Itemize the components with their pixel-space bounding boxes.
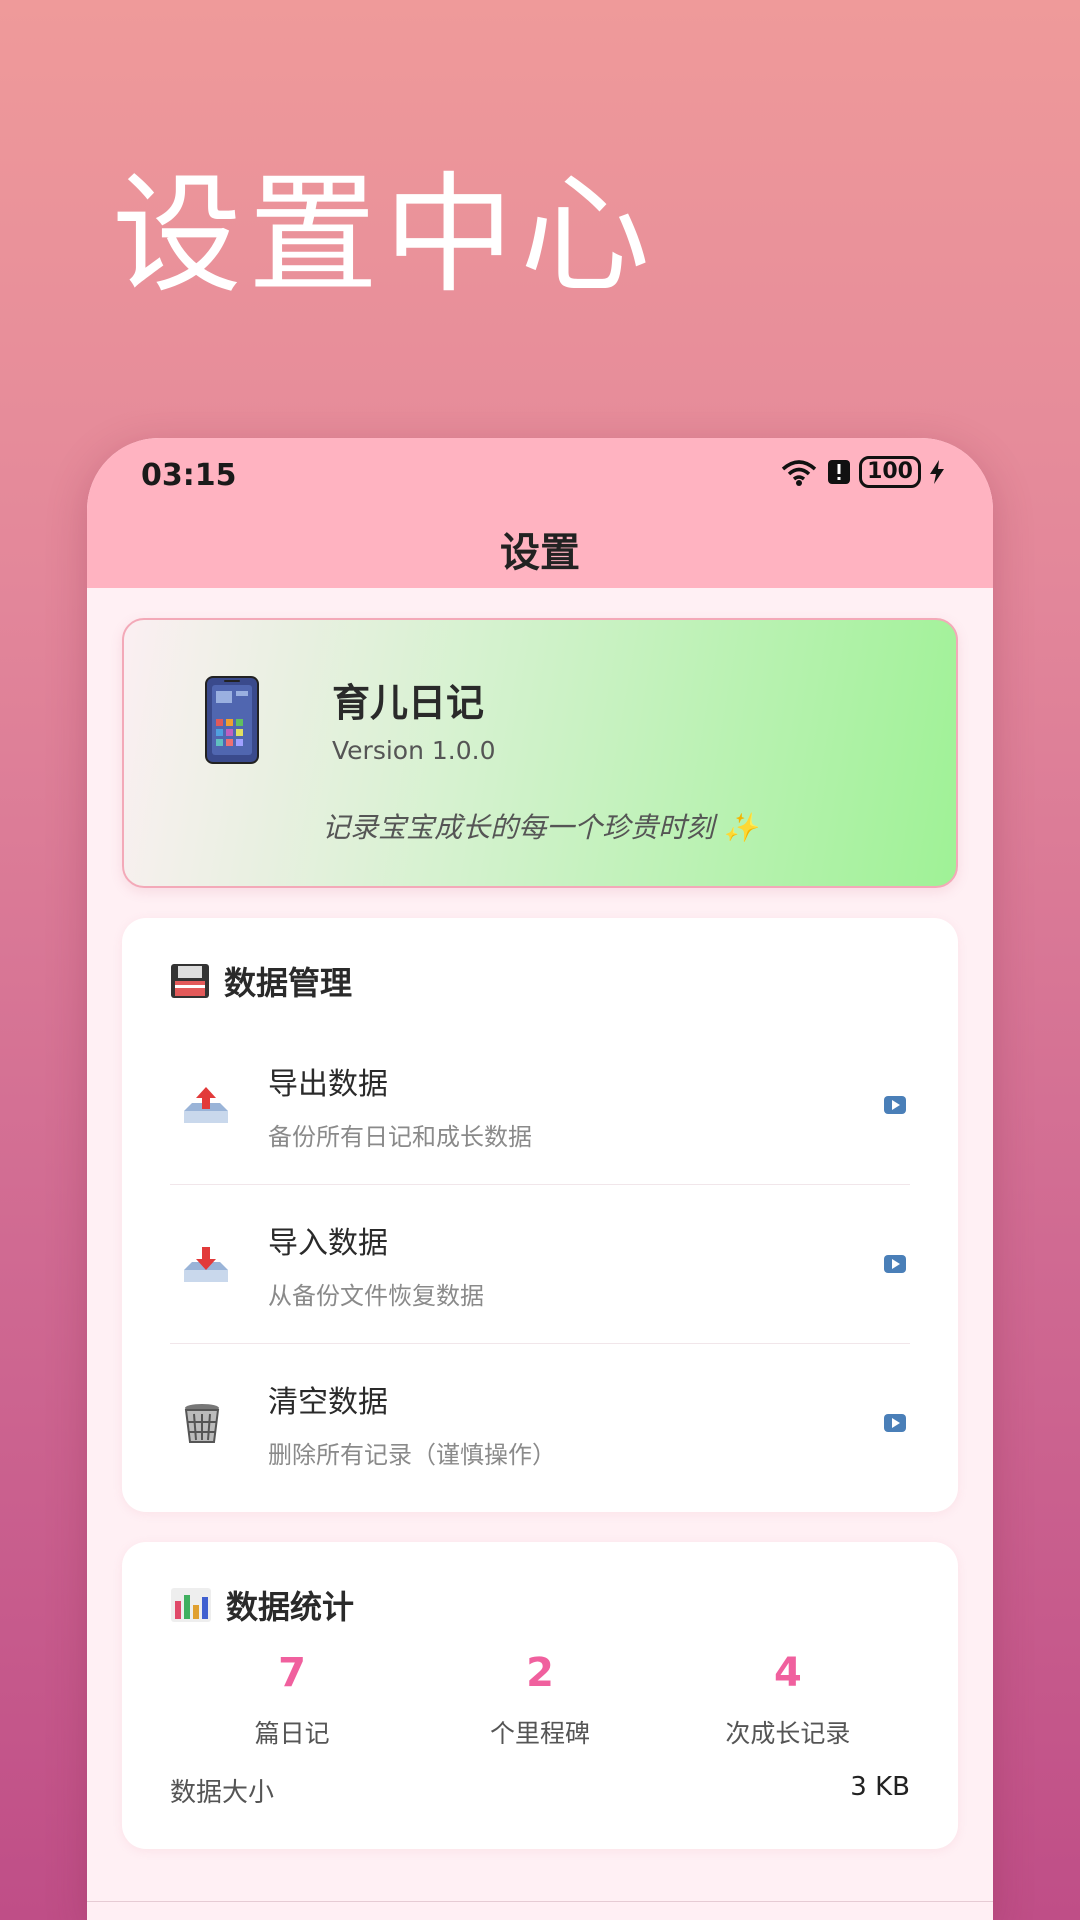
clear-data-row[interactable]: 清空数据 删除所有记录（谨慎操作）: [170, 1344, 910, 1502]
section-title: 数据管理: [224, 964, 353, 1002]
data-management-section: 数据管理 导出数据 备份所有日记和成长数据 导入数据 从备份文件恢复数据 清空数…: [122, 918, 958, 1512]
row-subtitle: 从备份文件恢复数据: [268, 1281, 484, 1310]
app-bar: 03:15 100 设置: [87, 438, 993, 588]
stat-value: 7: [278, 1650, 307, 1696]
data-size-label: 数据大小: [170, 1778, 275, 1808]
app-version: Version 1.0.0: [332, 736, 496, 765]
play-arrow-icon: [884, 1255, 906, 1273]
stat-label: 个里程碑: [489, 1719, 590, 1748]
battery-indicator: 100: [859, 456, 921, 488]
statistics-section: 数据统计 7 篇日记 2 个里程碑 4 次成长记录 数据大小 3 KB: [122, 1542, 958, 1849]
section-header: 数据管理: [170, 958, 910, 1004]
export-tray-icon: [184, 1087, 228, 1123]
status-icons: 100: [779, 456, 945, 488]
row-subtitle: 备份所有日记和成长数据: [268, 1122, 532, 1151]
bottom-nav[interactable]: [87, 1901, 993, 1920]
export-data-row[interactable]: 导出数据 备份所有日记和成长数据: [170, 1026, 910, 1185]
app-slogan: 记录宝宝成长的每一个珍贵时刻 ✨: [322, 811, 758, 844]
stat-label: 次成长记录: [725, 1719, 851, 1748]
stat-value: 2: [526, 1650, 554, 1696]
phone-frame: 03:15 100 设置 育儿日记 Version 1.0.0 记录宝宝成长的每…: [87, 438, 993, 1920]
section-title: 数据统计: [226, 1588, 355, 1626]
app-name: 育儿日记: [332, 681, 485, 725]
row-subtitle: 删除所有记录（谨慎操作）: [268, 1440, 556, 1469]
data-size-row: 数据大小 3 KB: [170, 1772, 910, 1809]
floppy-disk-icon: [171, 964, 209, 998]
charging-icon: [930, 460, 944, 484]
promo-title: 设置中心: [112, 159, 657, 311]
stat-milestones: 2 个里程碑: [418, 1650, 662, 1750]
row-title: 清空数据: [268, 1384, 388, 1420]
phone-app-icon: [205, 676, 259, 764]
stats-grid: 7 篇日记 2 个里程碑 4 次成长记录: [170, 1650, 910, 1750]
data-size-value: 3 KB: [850, 1772, 910, 1802]
section-header: 数据统计: [170, 1582, 910, 1628]
bar-chart-icon: [171, 1588, 211, 1622]
alert-icon: [828, 460, 851, 484]
play-arrow-icon: [884, 1096, 906, 1114]
page-title: 设置: [500, 530, 580, 576]
about-card: 育儿日记 Version 1.0.0 记录宝宝成长的每一个珍贵时刻 ✨: [122, 618, 958, 888]
row-title: 导入数据: [268, 1225, 388, 1261]
stat-diaries: 7 篇日记: [170, 1650, 414, 1750]
stat-label: 篇日记: [254, 1719, 330, 1748]
import-data-row[interactable]: 导入数据 从备份文件恢复数据: [170, 1185, 910, 1344]
row-title: 导出数据: [268, 1066, 388, 1102]
trash-icon: [184, 1404, 220, 1443]
status-time: 03:15: [141, 458, 237, 493]
stat-value: 4: [773, 1650, 802, 1696]
wifi-icon: [781, 460, 817, 486]
import-tray-icon: [184, 1247, 228, 1282]
stat-growth-records: 4 次成长记录: [666, 1650, 910, 1750]
play-arrow-icon: [884, 1414, 906, 1432]
